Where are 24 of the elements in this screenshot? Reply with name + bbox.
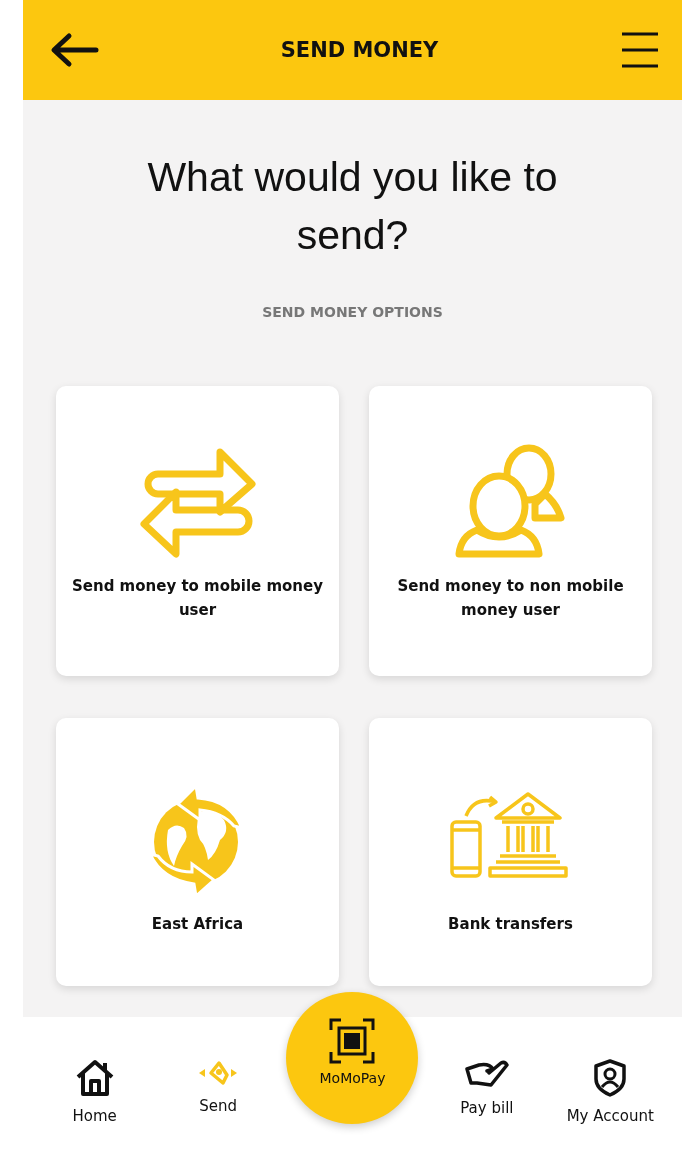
option-card[interactable]: Send money to non mobile money user	[369, 386, 652, 676]
scan-icon	[329, 1018, 376, 1064]
back-button[interactable]	[49, 32, 99, 68]
option-card[interactable]: Bank transfers	[369, 718, 652, 986]
menu-button[interactable]	[620, 31, 660, 69]
screen-title: SEND MONEY	[280, 38, 439, 62]
page-heading: What would you like to send?	[146, 153, 559, 260]
back-arrow-icon	[49, 32, 99, 68]
option-card[interactable]: Send money to mobile money user	[56, 386, 339, 676]
menu-icon	[620, 31, 660, 69]
hand-icon	[464, 1059, 509, 1089]
momopay-button[interactable]: MoMoPay	[286, 992, 419, 1124]
section-label: SEND MONEY OPTIONS	[261, 304, 444, 320]
nav-tab[interactable]: Home	[39, 1017, 150, 1125]
option-label: Bank transfers	[448, 914, 573, 935]
nav-tab[interactable]: My Account	[555, 1017, 666, 1125]
home-icon	[74, 1059, 115, 1097]
shield-user-icon	[594, 1059, 627, 1097]
nav-tab[interactable]: Pay bill	[431, 1017, 542, 1117]
option-card[interactable]: East Africa	[56, 718, 339, 986]
option-label: East Africa	[151, 914, 244, 935]
option-label: Send money to non mobile money user	[396, 576, 625, 621]
option-label: Send money to mobile money user	[71, 576, 324, 621]
nav-tab[interactable]: Send	[163, 1017, 274, 1115]
